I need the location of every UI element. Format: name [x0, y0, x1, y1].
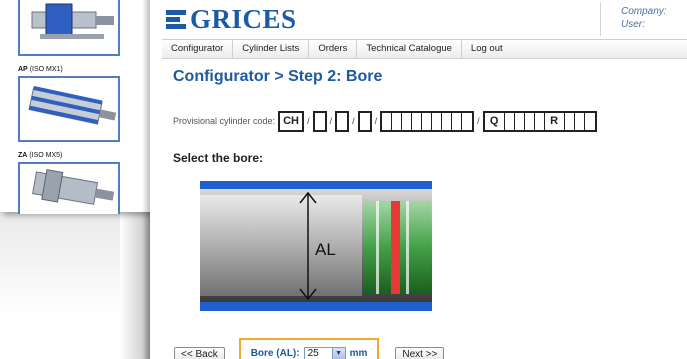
code-segment-3 — [335, 110, 350, 132]
code-label: Provisional cylinder code: — [173, 116, 276, 126]
code-segment-2 — [312, 110, 327, 132]
nav-technical-catalogue[interactable]: Technical Catalogue — [357, 40, 462, 58]
logo-text: GRICES — [190, 3, 297, 34]
back-button[interactable]: << Back — [174, 347, 225, 359]
select-bore-label: Select the bore: — [173, 151, 264, 165]
bore-unit: mm — [349, 348, 368, 359]
nav-log-out[interactable]: Log out — [462, 40, 512, 58]
code-separator: / — [477, 116, 480, 126]
nav-orders[interactable]: Orders — [309, 40, 358, 58]
page-title: Configurator > Step 2: Bore — [173, 68, 383, 85]
provisional-code-row: Provisional cylinder code: CH / / / / / … — [173, 109, 597, 133]
company-label: Company: — [621, 6, 667, 17]
code-value-q: Q — [485, 112, 505, 130]
code-value-model: CH — [283, 114, 299, 127]
account-info: Company: User: — [600, 2, 687, 36]
product-standard: (ISO MX1) — [29, 66, 63, 73]
barrel-wall-top — [200, 181, 432, 189]
chevron-down-icon[interactable]: ▼ — [331, 347, 345, 359]
bore-select[interactable]: 25 ▼ — [303, 346, 346, 359]
cylinder-image — [20, 78, 118, 140]
barrel-wall-bottom — [200, 302, 432, 311]
piston-seal — [391, 201, 400, 294]
product-card-ap[interactable] — [18, 76, 120, 142]
code-separator: / — [374, 116, 378, 126]
nav-cylinder-lists[interactable]: Cylinder Lists — [233, 40, 310, 58]
product-code: AP — [18, 66, 28, 73]
dimension-label-al: AL — [315, 240, 336, 259]
form-footer: << Back Bore (AL): 25 ▼ mm Next >> — [174, 338, 445, 359]
bore-label: Bore (AL): — [250, 348, 300, 359]
nav-configurator[interactable]: Configurator — [162, 40, 234, 58]
bore-selector-box: Bore (AL): 25 ▼ mm — [238, 338, 380, 359]
product-label-ap: AP (ISO MX1) — [18, 66, 63, 73]
background-product-window: AP (ISO MX1) ZA (ISO MX5) — [0, 0, 150, 214]
configurator-window: GRICES Company: User: Configurator Cylin… — [142, 0, 687, 359]
cylinder-image — [20, 0, 118, 54]
product-standard: (ISO MX5) — [29, 152, 63, 159]
product-card-za[interactable] — [18, 162, 120, 214]
code-segment-4 — [357, 110, 372, 132]
logo-mark-icon — [166, 9, 186, 29]
user-label: User: — [621, 19, 645, 30]
cylinder-image — [20, 164, 118, 214]
next-button[interactable]: Next >> — [395, 347, 445, 359]
grices-logo: GRICES — [166, 4, 297, 34]
code-segment-6: Q R — [482, 110, 597, 132]
code-separator: / — [307, 116, 310, 126]
code-value-r: R — [545, 112, 565, 130]
code-segment-5 — [380, 110, 475, 132]
code-separator: / — [329, 116, 333, 126]
code-segment-model: CH — [278, 110, 305, 132]
product-label-za: ZA (ISO MX5) — [18, 152, 62, 159]
product-card-top[interactable] — [18, 0, 120, 56]
code-separator: / — [352, 116, 355, 126]
bore-value: 25 — [307, 348, 319, 359]
main-nav: Configurator Cylinder Lists Orders Techn… — [162, 39, 687, 59]
product-code: ZA — [18, 152, 28, 159]
piston-rod — [200, 195, 362, 296]
